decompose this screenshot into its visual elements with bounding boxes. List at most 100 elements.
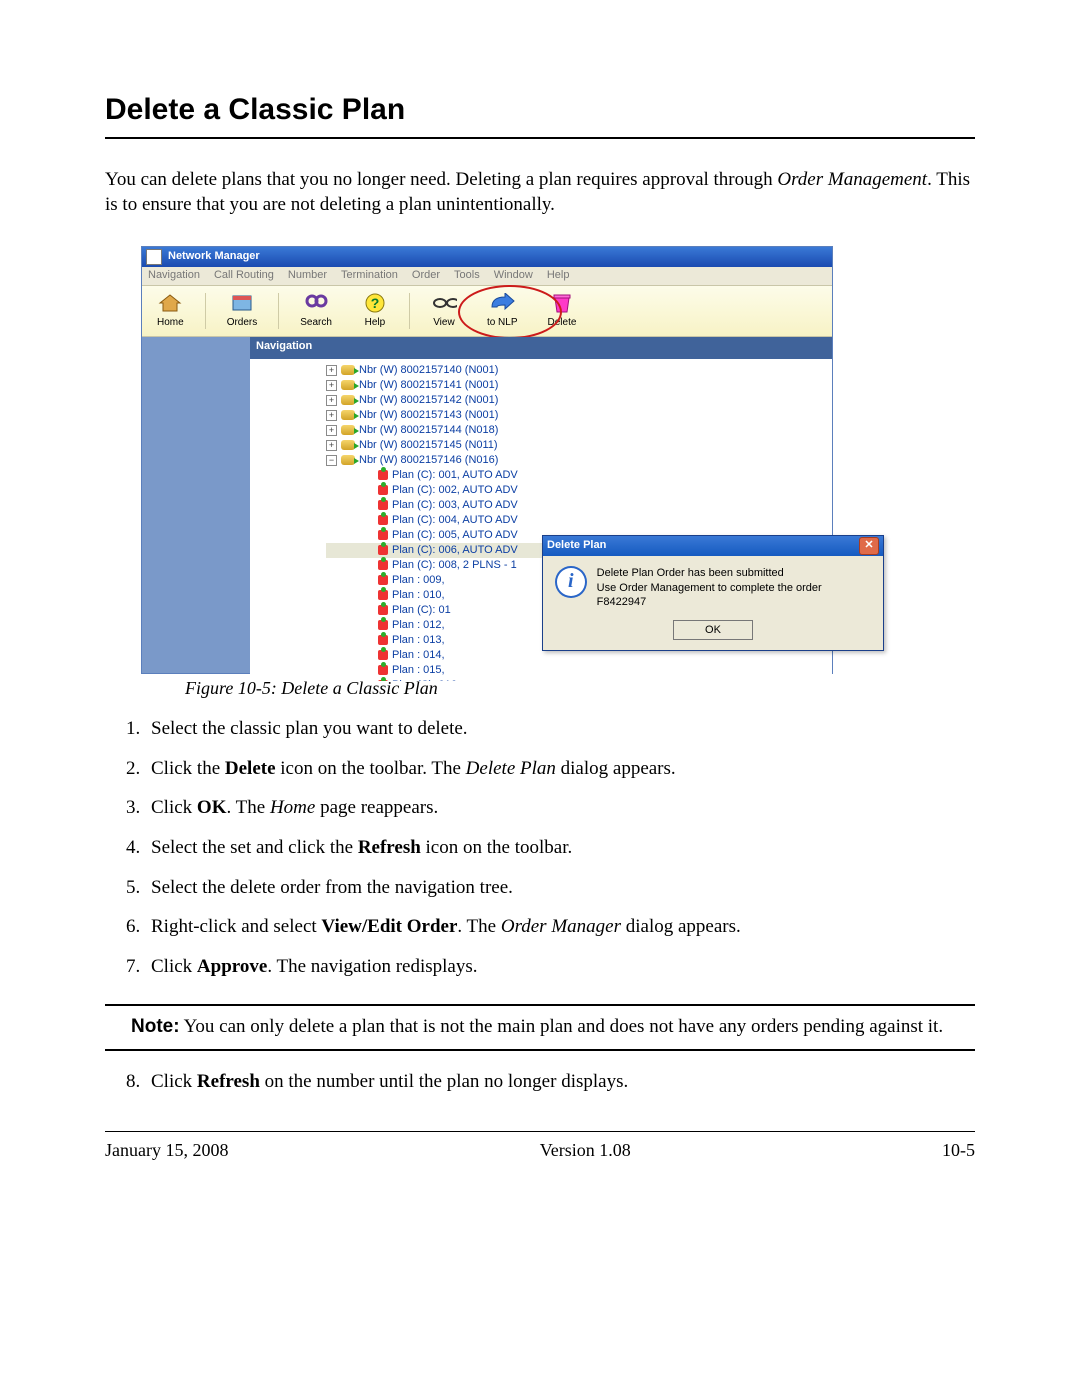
page-footer: January 15, 2008 Version 1.08 10-5 bbox=[105, 1131, 975, 1162]
tree-label: Nbr (W) 8002157143 (N001) bbox=[359, 408, 498, 423]
tree-label: Nbr (W) 8002157142 (N001) bbox=[359, 393, 498, 408]
plan-icon bbox=[378, 605, 388, 615]
tree-plan-item[interactable]: Plan (C): 001, AUTO ADV bbox=[326, 468, 832, 483]
plan-icon bbox=[378, 530, 388, 540]
delete-button[interactable]: Delete bbox=[539, 289, 586, 333]
main-panel: Navigation +Nbr (W) 8002157140 (N001)+Nb… bbox=[250, 337, 832, 673]
tree-label: Nbr (W) 8002157141 (N001) bbox=[359, 378, 498, 393]
number-icon bbox=[341, 410, 355, 420]
menu-window[interactable]: Window bbox=[494, 268, 533, 283]
menu-call-routing[interactable]: Call Routing bbox=[214, 268, 274, 283]
step-text: dialog appears. bbox=[621, 916, 741, 937]
expand-icon[interactable]: + bbox=[326, 365, 337, 376]
step-text: icon on the toolbar. The bbox=[276, 758, 466, 779]
left-sidebar bbox=[142, 337, 250, 673]
ok-button[interactable]: OK bbox=[673, 620, 753, 640]
menu-navigation[interactable]: Navigation bbox=[148, 268, 200, 283]
expand-icon[interactable]: + bbox=[326, 410, 337, 421]
expand-icon[interactable]: + bbox=[326, 395, 337, 406]
step-text: . The bbox=[226, 797, 269, 818]
steps-list-cont: Click Refresh on the number until the pl… bbox=[105, 1069, 975, 1095]
tree-label: Nbr (W) 8002157146 (N016) bbox=[359, 453, 498, 468]
tree-number-item[interactable]: − Nbr (W) 8002157146 (N016) bbox=[326, 453, 832, 468]
tree-number-item[interactable]: + Nbr (W) 8002157142 (N001) bbox=[326, 393, 832, 408]
tree-number-item[interactable]: + Nbr (W) 8002157143 (N001) bbox=[326, 408, 832, 423]
plan-icon bbox=[378, 650, 388, 660]
expand-icon[interactable]: + bbox=[326, 425, 337, 436]
toolbar: Home Orders Search bbox=[142, 285, 832, 337]
tree-number-item[interactable]: +Nbr (W) 8002157140 (N001) bbox=[326, 363, 832, 378]
workspace: Navigation +Nbr (W) 8002157140 (N001)+Nb… bbox=[142, 337, 832, 673]
step-post: on the number until the plan no longer d… bbox=[260, 1071, 628, 1092]
menu-tools[interactable]: Tools bbox=[454, 268, 480, 283]
toolbar-sep bbox=[278, 293, 279, 329]
close-icon[interactable]: ✕ bbox=[859, 537, 879, 555]
menu-help[interactable]: Help bbox=[547, 268, 570, 283]
plan-icon bbox=[378, 470, 388, 480]
expand-icon[interactable]: + bbox=[326, 380, 337, 391]
step-italic: Order Manager bbox=[501, 916, 621, 937]
step-bold: View/Edit Order bbox=[321, 916, 457, 937]
search-button[interactable]: Search bbox=[291, 289, 341, 333]
dialog-titlebar: Delete Plan ✕ bbox=[543, 536, 883, 556]
step-text: Click bbox=[151, 797, 197, 818]
dialog-line1: Delete Plan Order has been submitted bbox=[597, 566, 871, 581]
dialog-line2: Use Order Management to complete the ord… bbox=[597, 581, 871, 611]
view-button[interactable]: View bbox=[422, 289, 466, 333]
tree-label: Nbr (W) 8002157145 (N011) bbox=[359, 438, 498, 453]
step-item: Click Refresh on the number until the pl… bbox=[145, 1069, 975, 1095]
expand-icon[interactable]: − bbox=[326, 455, 337, 466]
step-text: . The bbox=[457, 916, 500, 937]
arrow-icon bbox=[489, 292, 515, 314]
menu-termination[interactable]: Termination bbox=[341, 268, 398, 283]
expand-icon[interactable]: + bbox=[326, 440, 337, 451]
tree-number-item[interactable]: + Nbr (W) 8002157141 (N001) bbox=[326, 378, 832, 393]
number-icon bbox=[341, 425, 355, 435]
number-icon bbox=[341, 395, 355, 405]
tree-label: Plan (C): 002, AUTO ADV bbox=[392, 483, 518, 498]
plan-icon bbox=[378, 635, 388, 645]
tree-plan-item[interactable]: Plan : 015, bbox=[326, 663, 832, 678]
tree-number-item[interactable]: + Nbr (W) 8002157144 (N018) bbox=[326, 423, 832, 438]
tree-plan-item[interactable]: Plan (C): 002, AUTO ADV bbox=[326, 483, 832, 498]
tree-plan-item[interactable]: Plan (C): 016 bbox=[326, 678, 832, 681]
plan-icon bbox=[378, 485, 388, 495]
step-item: Select the delete order from the navigat… bbox=[145, 875, 975, 901]
intro-paragraph: You can delete plans that you no longer … bbox=[105, 167, 975, 218]
step-bold: Delete bbox=[225, 758, 276, 779]
view-icon bbox=[431, 292, 457, 314]
menu-number[interactable]: Number bbox=[288, 268, 327, 283]
search-label: Search bbox=[300, 316, 332, 330]
plan-icon bbox=[378, 575, 388, 585]
home-icon bbox=[157, 292, 183, 314]
tree-label: Plan : 009, bbox=[392, 573, 445, 588]
step-item: Click Approve. The navigation redisplays… bbox=[145, 954, 975, 980]
step-item: Select the classic plan you want to dele… bbox=[145, 716, 975, 742]
search-icon bbox=[303, 292, 329, 314]
tree-label: Nbr (W) 8002157144 (N018) bbox=[359, 423, 498, 438]
plan-icon bbox=[378, 500, 388, 510]
orders-button[interactable]: Orders bbox=[218, 289, 267, 333]
step-bold: Approve bbox=[197, 956, 267, 977]
steps-list: Select the classic plan you want to dele… bbox=[105, 716, 975, 979]
dialog-body: i Delete Plan Order has been submitted U… bbox=[543, 556, 883, 615]
tonlp-button[interactable]: to NLP bbox=[478, 289, 527, 333]
orders-label: Orders bbox=[227, 316, 258, 330]
plan-icon bbox=[378, 515, 388, 525]
plan-icon bbox=[378, 560, 388, 570]
home-button[interactable]: Home bbox=[148, 289, 193, 333]
tree-plan-item[interactable]: Plan (C): 004, AUTO ADV bbox=[326, 513, 832, 528]
page-title: Delete a Classic Plan bbox=[105, 90, 975, 131]
step-text: page reappears. bbox=[315, 797, 438, 818]
footer-version: Version 1.08 bbox=[540, 1138, 631, 1162]
help-button[interactable]: ? Help bbox=[353, 289, 397, 333]
number-icon bbox=[341, 365, 355, 375]
tree-label: Plan (C): 001, AUTO ADV bbox=[392, 468, 518, 483]
step-text: Click bbox=[151, 956, 197, 977]
menu-order[interactable]: Order bbox=[412, 268, 440, 283]
dialog-title: Delete Plan bbox=[547, 538, 606, 553]
tree-plan-item[interactable]: Plan (C): 003, AUTO ADV bbox=[326, 498, 832, 513]
trash-icon bbox=[549, 292, 575, 314]
tree-number-item[interactable]: + Nbr (W) 8002157145 (N011) bbox=[326, 438, 832, 453]
app-window: Network Manager Navigation Call Routing … bbox=[141, 246, 833, 674]
